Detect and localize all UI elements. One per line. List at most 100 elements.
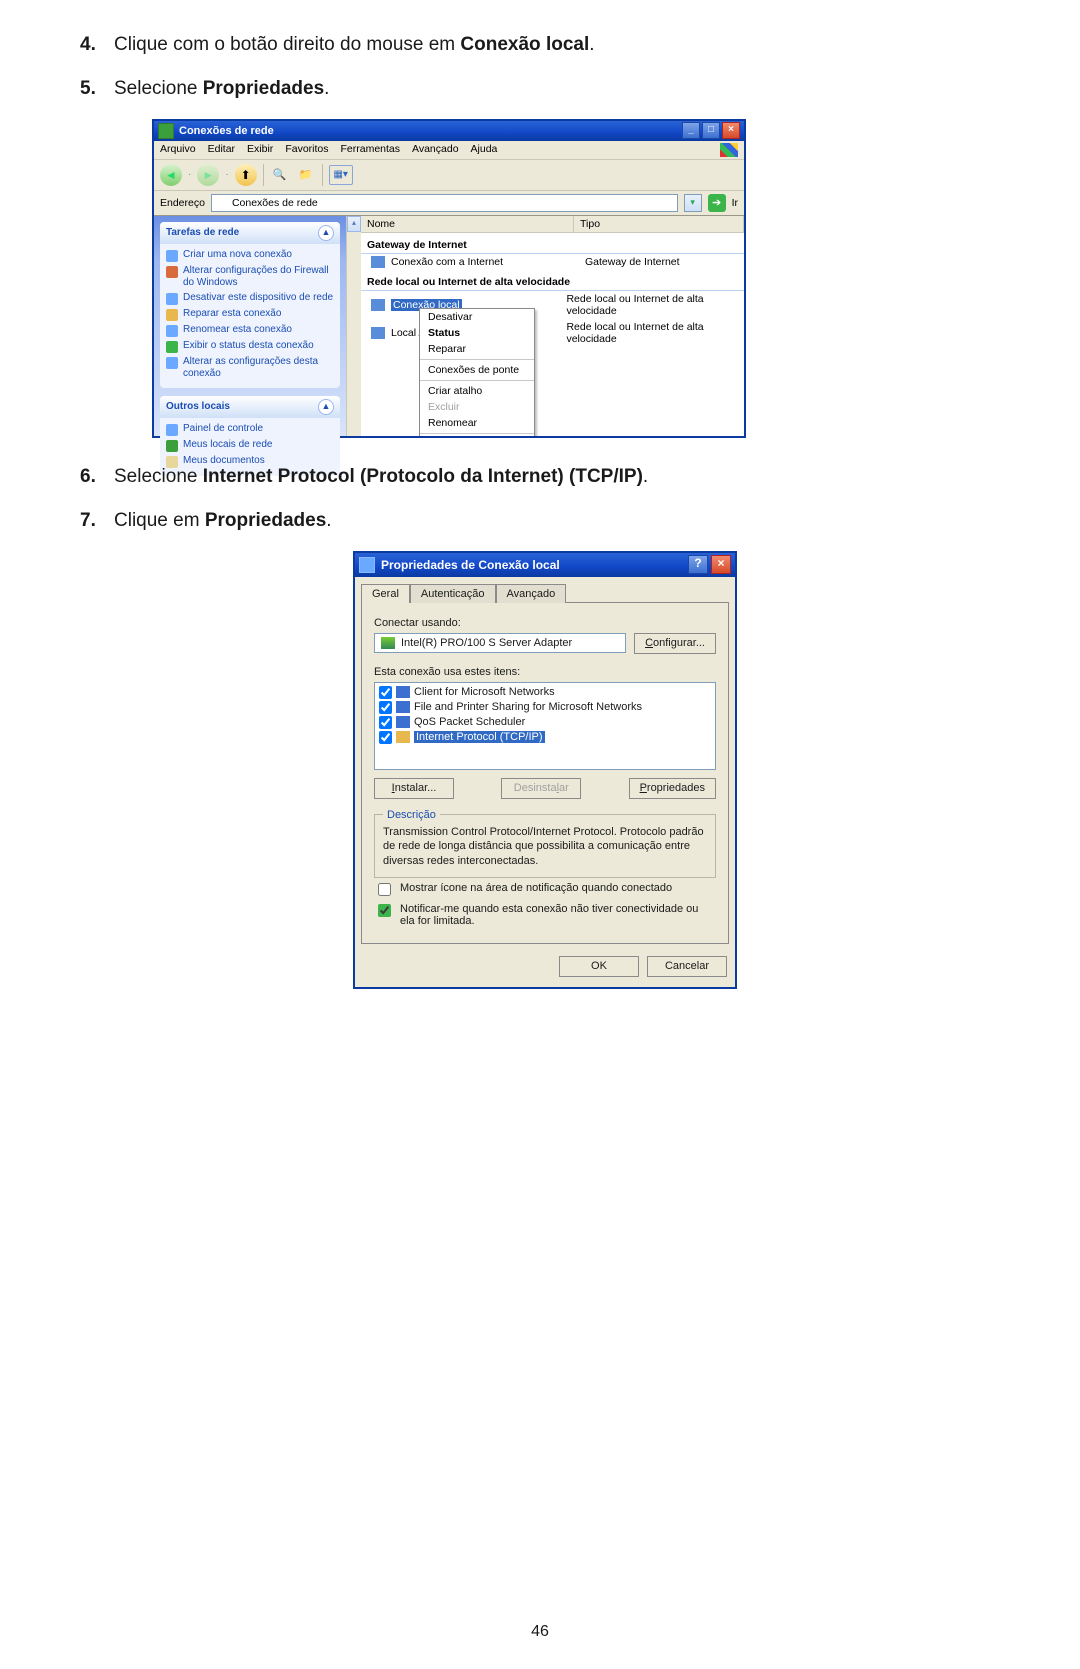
item-qos[interactable]: QoS Packet Scheduler <box>377 715 713 730</box>
step-4: 4. Clique com o botão direito do mouse e… <box>80 30 1010 60</box>
task-settings[interactable]: Alterar as configurações desta conexão <box>166 355 334 382</box>
up-button[interactable]: ⬆ <box>235 164 257 186</box>
tab-panel-general: Conectar usando: Intel(R) PRO/100 S Serv… <box>361 602 729 945</box>
menu-exibir[interactable]: Exibir <box>247 143 273 157</box>
dialog-icon <box>359 557 375 573</box>
tab-advanced[interactable]: Avançado <box>496 584 567 603</box>
go-label: Ir <box>732 197 738 209</box>
properties-button[interactable]: Propriedades <box>629 778 716 799</box>
tab-general[interactable]: Geral <box>361 584 410 603</box>
chevron-icon: ▲ <box>318 225 334 241</box>
show-icon-checkbox[interactable]: Mostrar ícone na área de notificação qua… <box>374 882 716 899</box>
column-name[interactable]: Nome <box>361 216 574 232</box>
help-button[interactable]: ? <box>688 555 708 574</box>
task-firewall[interactable]: Alterar configurações do Firewall do Win… <box>166 264 334 291</box>
step-7: 7. Clique em Propriedades. <box>80 506 1010 536</box>
ctx-separator <box>420 433 534 434</box>
window-titlebar: Conexões de rede _ □ × <box>154 121 744 141</box>
close-button[interactable]: × <box>711 555 731 574</box>
item-checkbox[interactable] <box>379 716 392 729</box>
tab-strip: Geral Autenticação Avançado <box>355 577 735 602</box>
task-create-connection[interactable]: Criar uma nova conexão <box>166 248 334 264</box>
menu-ferramentas[interactable]: Ferramentas <box>341 143 401 157</box>
search-icon[interactable]: 🔍 <box>270 165 290 185</box>
ctx-disable[interactable]: Desativar <box>420 309 534 325</box>
ok-button[interactable]: OK <box>559 956 639 977</box>
screenshot-network-connections: Conexões de rede _ □ × Arquivo Editar Ex… <box>152 119 746 438</box>
menu-editar[interactable]: Editar <box>208 143 235 157</box>
place-control-panel[interactable]: Painel de controle <box>166 422 334 438</box>
ctx-repair[interactable]: Reparar <box>420 341 534 357</box>
windows-flag-icon <box>720 143 738 157</box>
task-rename[interactable]: Renomear esta conexão <box>166 323 334 339</box>
context-menu: Desativar Status Reparar Conexões de pon… <box>419 308 535 436</box>
install-button[interactable]: Instalar... <box>374 778 454 799</box>
folders-icon[interactable]: 📁 <box>296 165 316 185</box>
minimize-button[interactable]: _ <box>682 122 700 139</box>
item-checkbox[interactable] <box>379 701 392 714</box>
step-4-number: 4. <box>80 30 114 60</box>
toolbar: ◄ · ► · ⬆ 🔍 📁 ▦▾ <box>154 160 744 191</box>
menu-ajuda[interactable]: Ajuda <box>471 143 498 157</box>
component-icon <box>396 731 410 743</box>
views-icon[interactable]: ▦▾ <box>329 165 353 185</box>
close-button[interactable]: × <box>722 122 740 139</box>
menu-avancado[interactable]: Avançado <box>412 143 459 157</box>
task-disable[interactable]: Desativar este dispositivo de rede <box>166 291 334 307</box>
ctx-bridge[interactable]: Conexões de ponte <box>420 362 534 378</box>
step-5: 5. Selecione Propriedades. <box>80 74 1010 104</box>
task-header-other[interactable]: Outros locais ▲ <box>160 396 340 418</box>
tab-auth[interactable]: Autenticação <box>410 584 496 603</box>
checkbox[interactable] <box>378 883 391 896</box>
step-7-number: 7. <box>80 506 114 536</box>
menu-favoritos[interactable]: Favoritos <box>285 143 328 157</box>
description-legend: Descrição <box>383 809 440 821</box>
ctx-status[interactable]: Status <box>420 325 534 341</box>
item-internet-connection[interactable]: Conexão com a Internet Gateway de Intern… <box>361 254 744 270</box>
connection-icon <box>371 327 385 339</box>
item-checkbox[interactable] <box>379 686 392 699</box>
screenshot-connection-properties: Propriedades de Conexão local ? × Geral … <box>353 551 737 990</box>
description-text: Transmission Control Protocol/Internet P… <box>383 825 707 870</box>
adapter-field: Intel(R) PRO/100 S Server Adapter <box>374 633 626 653</box>
dialog-title: Propriedades de Conexão local <box>381 558 560 572</box>
ctx-shortcut[interactable]: Criar atalho <box>420 383 534 399</box>
item-checkbox[interactable] <box>379 731 392 744</box>
scroll-up-icon[interactable]: ▴ <box>347 216 361 232</box>
component-icon <box>396 701 410 713</box>
checkbox[interactable] <box>378 904 391 917</box>
notify-limited-checkbox[interactable]: Notificar-me quando esta conexão não tiv… <box>374 903 716 927</box>
ctx-separator <box>420 359 534 360</box>
forward-button[interactable]: ► <box>197 164 219 186</box>
task-repair[interactable]: Reparar esta conexão <box>166 307 334 323</box>
back-button[interactable]: ◄ <box>160 164 182 186</box>
page-number: 46 <box>0 1623 1080 1641</box>
window-icon <box>158 123 174 139</box>
maximize-button[interactable]: □ <box>702 122 720 139</box>
address-bar: Endereço ▾ ➔ Ir <box>154 191 744 216</box>
cancel-button[interactable]: Cancelar <box>647 956 727 977</box>
task-status[interactable]: Exibir o status desta conexão <box>166 339 334 355</box>
component-icon <box>396 686 410 698</box>
items-listbox[interactable]: Client for Microsoft Networks File and P… <box>374 682 716 770</box>
ctx-delete: Excluir <box>420 399 534 415</box>
go-button[interactable]: ➔ <box>708 194 726 212</box>
column-type[interactable]: Tipo <box>574 216 744 232</box>
task-pane: Tarefas de rede ▲ Criar uma nova conexão… <box>154 216 346 436</box>
dialog-titlebar: Propriedades de Conexão local ? × <box>355 553 735 577</box>
address-input[interactable] <box>211 194 678 212</box>
item-client[interactable]: Client for Microsoft Networks <box>377 685 713 700</box>
group-gateway: Gateway de Internet <box>361 235 744 254</box>
menu-arquivo[interactable]: Arquivo <box>160 143 196 157</box>
connect-using-label: Conectar usando: <box>374 617 716 629</box>
configure-button[interactable]: Configurar... <box>634 633 716 654</box>
item-tcpip[interactable]: Internet Protocol (TCP/IP) <box>377 730 713 745</box>
place-network-places[interactable]: Meus locais de rede <box>166 438 334 454</box>
item-fileprint[interactable]: File and Printer Sharing for Microsoft N… <box>377 700 713 715</box>
task-header-network[interactable]: Tarefas de rede ▲ <box>160 222 340 244</box>
window-title: Conexões de rede <box>179 125 274 137</box>
taskpane-scrollbar[interactable]: ▴ <box>346 216 361 436</box>
ctx-rename[interactable]: Renomear <box>420 415 534 431</box>
address-dropdown[interactable]: ▾ <box>684 194 702 212</box>
connection-icon <box>371 299 385 311</box>
